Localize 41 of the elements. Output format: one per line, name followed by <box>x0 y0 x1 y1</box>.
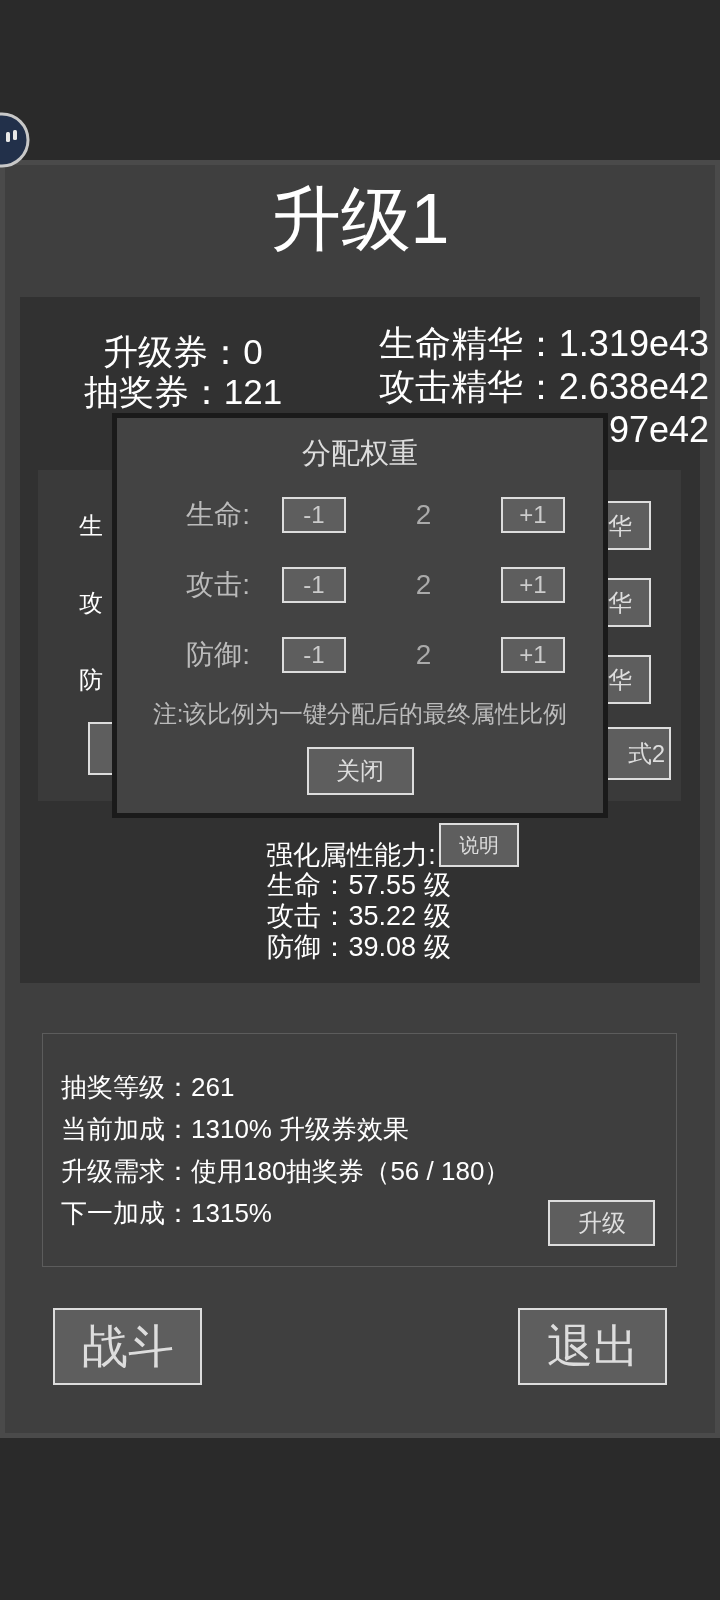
enhance-level: 攻击：35.22 级 <box>267 901 451 932</box>
essence-button[interactable]: 华 <box>608 501 651 550</box>
essence-amount: 生命精华：1.319e43 <box>378 322 709 365</box>
increase-button[interactable]: +1 <box>501 637 565 673</box>
attribute-label: 攻 <box>79 588 103 617</box>
upgrade-button[interactable]: 升级 <box>548 1200 655 1246</box>
enhance-level: 生命：57.55 级 <box>267 870 451 901</box>
weight-value: 2 <box>414 499 433 531</box>
lottery-info: 抽奖等级：261 <box>61 1071 236 1104</box>
page-title: 升级1 <box>270 179 450 259</box>
essence-amount: 97e42 <box>608 408 709 451</box>
decrease-button[interactable]: -1 <box>282 497 346 533</box>
lottery-info: 当前加成：1310% 升级券效果 <box>61 1113 411 1146</box>
help-button[interactable]: 说明 <box>438 823 519 867</box>
lottery-info: 下一加成：1315% <box>61 1197 272 1230</box>
weight-value: 2 <box>414 639 433 671</box>
increase-button[interactable]: +1 <box>501 497 565 533</box>
decrease-button[interactable]: -1 <box>282 567 346 603</box>
close-button[interactable]: 关闭 <box>306 747 414 795</box>
decrease-button[interactable]: -1 <box>282 637 346 673</box>
mode-button[interactable]: 式2 <box>608 727 671 780</box>
exit-button[interactable]: 退出 <box>518 1308 667 1385</box>
weight-label: 生命: <box>185 498 250 532</box>
dialog-note: 注:该比例为一键分配后的最终属性比例 <box>152 699 568 729</box>
side-button[interactable] <box>88 722 112 775</box>
enhance-heading: 强化属性能力: <box>266 840 436 870</box>
weight-value: 2 <box>414 569 433 601</box>
essence-button[interactable]: 华 <box>608 655 651 704</box>
lottery-info: 升级需求：使用180抽奖券（56 / 180） <box>61 1155 512 1188</box>
weight-label: 攻击: <box>185 568 250 602</box>
battle-button[interactable]: 战斗 <box>53 1308 202 1385</box>
attribute-label: 生 <box>79 511 103 540</box>
weight-label: 防御: <box>185 638 250 672</box>
ticket-count: 抽奖券：121 <box>83 372 283 412</box>
dialog-title: 分配权重 <box>302 436 418 471</box>
ticket-count: 升级券：0 <box>103 332 263 372</box>
essence-amount: 攻击精华：2.638e42 <box>378 365 709 408</box>
increase-button[interactable]: +1 <box>501 567 565 603</box>
attribute-label: 防 <box>79 665 103 694</box>
enhance-level: 防御：39.08 级 <box>267 932 451 963</box>
essence-button[interactable]: 华 <box>608 578 651 627</box>
